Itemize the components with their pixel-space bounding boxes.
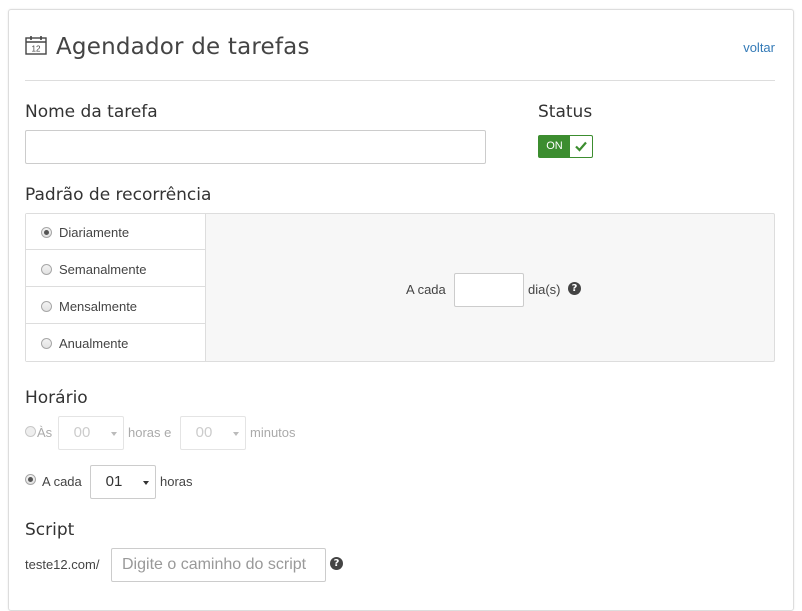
status-label: Status <box>538 102 593 122</box>
script-path-input[interactable] <box>111 548 326 582</box>
every-hours-suffix: horas <box>160 474 193 489</box>
help-icon[interactable]: ? <box>330 557 343 570</box>
schedule-label: Horário <box>25 388 88 408</box>
svg-text:12: 12 <box>32 45 41 54</box>
minutes-select[interactable]: 00 <box>180 416 246 450</box>
every-days-prefix: A cada <box>406 282 446 297</box>
recurrence-option-daily[interactable]: Diariamente <box>26 214 205 250</box>
hours-select[interactable]: 00 <box>58 416 124 450</box>
every-hours-value: 01 <box>105 473 123 490</box>
chevron-down-icon <box>111 432 117 436</box>
back-link[interactable]: voltar <box>743 40 775 55</box>
recurrence-option-yearly[interactable]: Anualmente <box>26 325 205 361</box>
recurrence-options: Diariamente Semanalmente Mensalmente Anu… <box>26 214 206 361</box>
radio-daily[interactable] <box>41 227 52 238</box>
radio-monthly[interactable] <box>41 301 52 312</box>
radio-at-time[interactable] <box>25 426 36 437</box>
recurrence-option-label: Diariamente <box>59 225 130 240</box>
radio-weekly[interactable] <box>41 264 52 275</box>
chevron-down-icon <box>233 432 239 436</box>
toggle-on-label: ON <box>539 136 570 157</box>
minutes-value: 00 <box>195 424 213 441</box>
recurrence-panel: Diariamente Semanalmente Mensalmente Anu… <box>25 213 775 362</box>
recurrence-label: Padrão de recorrência <box>25 185 212 205</box>
hours-value: 00 <box>73 424 91 441</box>
minutes-suffix: minutos <box>250 425 296 440</box>
page-header: 12 Agendador de tarefas voltar <box>25 32 775 81</box>
radio-yearly[interactable] <box>41 338 52 349</box>
every-hours-select[interactable]: 01 <box>90 465 156 499</box>
script-url-prefix: teste12.com/ <box>25 557 100 572</box>
script-label: Script <box>25 520 75 540</box>
status-toggle[interactable]: ON <box>538 135 593 158</box>
recurrence-option-weekly[interactable]: Semanalmente <box>26 251 205 287</box>
every-hours-label: A cada <box>42 474 82 489</box>
task-name-label: Nome da tarefa <box>25 102 158 122</box>
days-suffix: dia(s) <box>528 282 561 297</box>
help-icon[interactable]: ? <box>568 282 581 295</box>
calendar-icon: 12 <box>25 36 47 55</box>
radio-every-hours[interactable] <box>25 474 36 485</box>
hours-suffix: horas e <box>128 425 172 440</box>
recurrence-option-monthly[interactable]: Mensalmente <box>26 288 205 324</box>
recurrence-option-label: Mensalmente <box>59 299 138 314</box>
recurrence-option-label: Semanalmente <box>59 262 147 277</box>
recurrence-option-label: Anualmente <box>59 336 129 351</box>
checkmark-icon <box>575 141 587 152</box>
chevron-down-icon <box>143 481 149 485</box>
every-days-input[interactable] <box>454 273 524 307</box>
task-name-input[interactable] <box>25 130 486 164</box>
page-title: Agendador de tarefas <box>56 34 310 60</box>
at-time-label: Às <box>37 425 53 440</box>
